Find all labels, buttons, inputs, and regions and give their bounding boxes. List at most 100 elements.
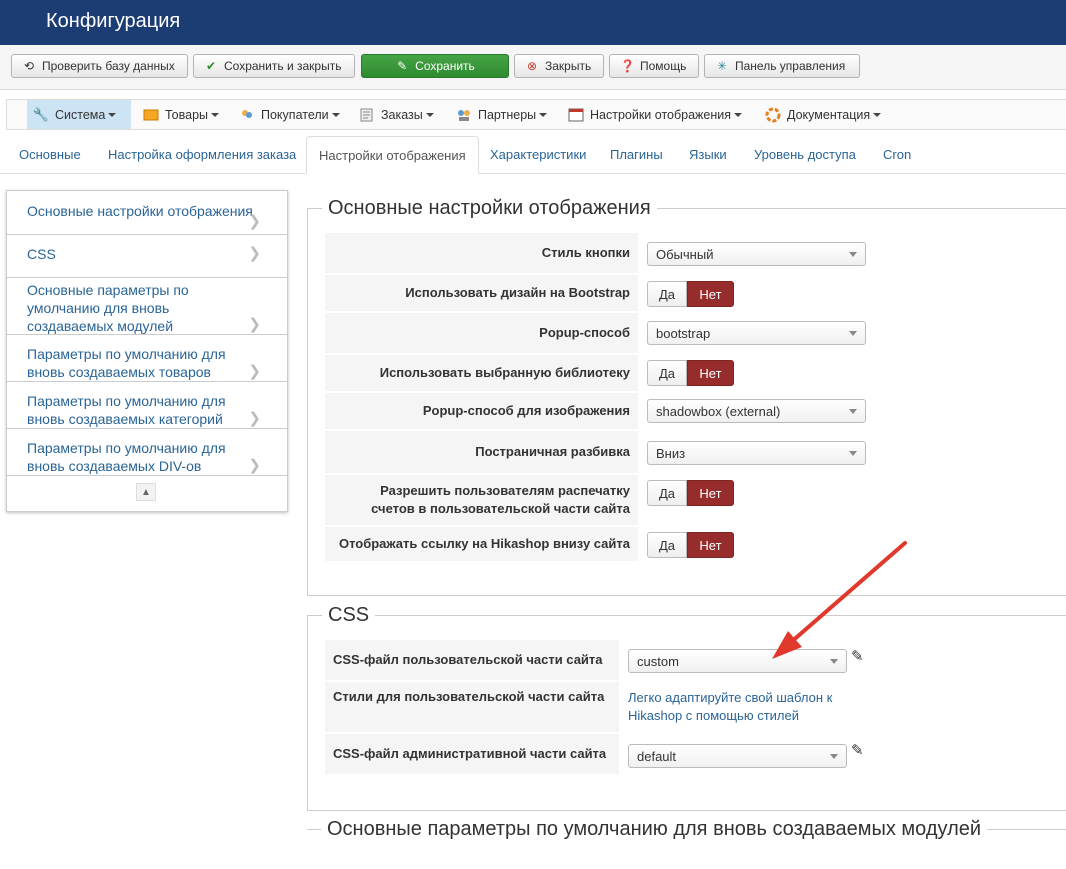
database-check-icon: ⟲ xyxy=(23,59,35,73)
bootstrap-design-toggle[interactable]: Да Нет xyxy=(647,281,734,307)
scroll-to-top-button[interactable]: ▲ xyxy=(136,483,156,501)
toggle-no[interactable]: Нет xyxy=(687,480,734,506)
hikashop-link-label: Отображать ссылку на Hikashop внизу сайт… xyxy=(325,527,638,561)
pagination-value: Вниз xyxy=(656,445,686,461)
nav-item-products-defaults[interactable]: Параметры по умолчанию для вновь создава… xyxy=(7,335,287,382)
dashboard-icon: ✳ xyxy=(716,59,728,73)
tab-main[interactable]: Основные xyxy=(7,136,93,173)
chevron-down-icon xyxy=(108,112,117,117)
admin-css-value: default xyxy=(637,748,677,764)
css-fieldset: CSS CSS-файл пользовательской части сайт… xyxy=(307,604,1066,811)
tab-plugins[interactable]: Плагины xyxy=(598,136,675,173)
nav-item-label: Основные параметры по умолчанию для внов… xyxy=(27,282,189,334)
nav-item-label: Основные настройки отображения xyxy=(27,203,253,219)
close-button[interactable]: ⊗ Закрыть xyxy=(514,54,604,78)
toggle-yes[interactable]: Да xyxy=(647,360,687,386)
menu-item-system[interactable]: 🔧 Система xyxy=(27,100,131,129)
hikashop-link-toggle[interactable]: Да Нет xyxy=(647,532,734,558)
annotation-arrow-icon xyxy=(772,541,907,659)
allow-print-invoices-label: Разрешить пользователям распечатку счето… xyxy=(325,475,638,525)
tab-access-level[interactable]: Уровень доступа xyxy=(742,136,868,173)
nav-item-display-main[interactable]: Основные настройки отображения ❯ xyxy=(7,191,287,235)
menu-item-display-settings[interactable]: Настройки отображения xyxy=(562,100,750,129)
box-icon xyxy=(143,107,159,123)
chevron-down-icon xyxy=(734,112,743,117)
nav-item-categories-defaults[interactable]: Параметры по умолчанию для вновь создава… xyxy=(7,382,287,429)
nav-item-label: Параметры по умолчанию для вновь создава… xyxy=(27,440,226,474)
close-circle-icon: ⊗ xyxy=(526,59,538,73)
toggle-yes[interactable]: Да xyxy=(647,281,687,307)
help-ring-icon xyxy=(765,107,781,123)
menu-label-documentation: Документация xyxy=(787,107,871,122)
orders-icon xyxy=(359,107,375,123)
tab-languages[interactable]: Языки xyxy=(677,136,739,173)
menu-item-documentation[interactable]: Документация xyxy=(759,100,887,129)
popup-method-value: bootstrap xyxy=(656,325,711,341)
menu-item-partners[interactable]: Партнеры xyxy=(450,100,550,129)
page-title: Конфигурация xyxy=(46,10,181,32)
component-menu: 🔧 Система Товары Покупатели Заказы Партне… xyxy=(6,99,1066,130)
toggle-no[interactable]: Нет xyxy=(687,281,734,307)
chevron-right-icon: ❯ xyxy=(248,316,261,333)
button-style-value: Обычный xyxy=(656,246,714,262)
users-icon xyxy=(239,107,255,123)
menu-label-orders: Заказы xyxy=(381,107,423,122)
admin-css-label: CSS-файл административной части сайта xyxy=(325,734,619,774)
close-label: Закрыть xyxy=(545,59,592,73)
popup-method-label: Popup-способ xyxy=(325,313,638,353)
question-circle-icon: ❓ xyxy=(620,59,635,73)
tab-checkout[interactable]: Настройка оформления заказа xyxy=(96,136,308,173)
menu-item-customers[interactable]: Покупатели xyxy=(233,100,347,129)
tab-characteristics[interactable]: Характеристики xyxy=(478,136,598,173)
app-header: Конфигурация xyxy=(0,0,1066,45)
save-button[interactable]: ✎ Сохранить xyxy=(361,54,509,78)
caret-up-icon: ▲ xyxy=(141,486,151,498)
toggle-yes[interactable]: Да xyxy=(647,532,687,558)
pencil-icon[interactable]: ✎ xyxy=(851,741,864,759)
chevron-down-icon xyxy=(331,112,340,117)
menu-item-products[interactable]: Товары xyxy=(137,100,229,129)
toggle-yes[interactable]: Да xyxy=(647,480,687,506)
help-button[interactable]: ❓ Помощь xyxy=(609,54,699,78)
nav-item-css[interactable]: CSS ❯ xyxy=(7,235,287,278)
css-legend: CSS xyxy=(322,604,376,627)
chevron-down-icon xyxy=(211,112,219,117)
dashboard-button[interactable]: ✳ Панель управления xyxy=(704,54,860,78)
chevron-right-icon: ❯ xyxy=(248,457,261,474)
menu-item-orders[interactable]: Заказы xyxy=(353,100,441,129)
toolbar: ⟲ Проверить базу данных ✔ Сохранить и закр… xyxy=(0,45,1066,90)
edit-icon: ✎ xyxy=(397,59,408,73)
chevron-down-icon xyxy=(425,112,434,117)
chevron-down-icon xyxy=(849,409,857,414)
allow-print-invoices-toggle[interactable]: Да Нет xyxy=(647,480,734,506)
nav-item-divs-defaults[interactable]: Параметры по умолчанию для вновь создава… xyxy=(7,429,287,476)
styles-help-link[interactable]: Легко адаптируйте свой шаблон к Hikashop… xyxy=(628,689,838,725)
check-database-button[interactable]: ⟲ Проверить базу данных xyxy=(11,54,188,78)
image-popup-value: shadowbox (external) xyxy=(656,403,781,419)
image-popup-select[interactable]: shadowbox (external) xyxy=(647,399,866,423)
tab-display-settings[interactable]: Настройки отображения xyxy=(306,136,479,174)
nav-item-label: CSS xyxy=(27,246,56,262)
partners-icon xyxy=(456,107,472,123)
pagination-select[interactable]: Вниз xyxy=(647,441,866,465)
save-close-button[interactable]: ✔ Сохранить и закрыть xyxy=(193,54,355,78)
admin-css-select[interactable]: default xyxy=(628,744,847,768)
save-label: Сохранить xyxy=(415,59,475,73)
button-style-select[interactable]: Обычный xyxy=(647,242,866,266)
toggle-no[interactable]: Нет xyxy=(687,360,734,386)
menu-label-products: Товары xyxy=(165,107,208,122)
menu-label-partners: Партнеры xyxy=(478,107,537,122)
display-settings-fieldset: Основные настройки отображения Стиль кно… xyxy=(307,197,1066,596)
chevron-down-icon xyxy=(873,112,882,117)
tab-cron[interactable]: Cron xyxy=(871,136,923,173)
modules-defaults-legend: Основные параметры по умолчанию для внов… xyxy=(321,818,988,841)
check-database-label: Проверить базу данных xyxy=(42,59,175,73)
nav-item-modules-defaults[interactable]: Основные параметры по умолчанию для внов… xyxy=(7,278,287,335)
save-close-label: Сохранить и закрыть xyxy=(224,59,342,73)
config-tabs: Основные Настройка оформления заказа Нас… xyxy=(0,136,1066,174)
modules-defaults-fieldset: Основные параметры по умолчанию для внов… xyxy=(307,818,1066,869)
use-library-toggle[interactable]: Да Нет xyxy=(647,360,734,386)
popup-method-select[interactable]: bootstrap xyxy=(647,321,866,345)
nav-item-label: Параметры по умолчанию для вновь создава… xyxy=(27,393,226,427)
toggle-no[interactable]: Нет xyxy=(687,532,734,558)
